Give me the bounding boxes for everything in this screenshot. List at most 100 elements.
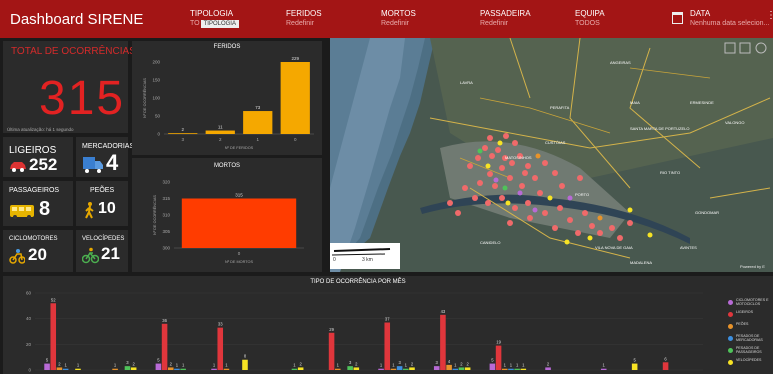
tile-ligeiros[interactable]: LIGEIROS 252 xyxy=(3,137,73,177)
filter-mortos[interactable]: MORTOS Redefinir xyxy=(381,9,416,29)
bar-value-label: 1 xyxy=(225,363,228,368)
bar xyxy=(291,368,298,370)
bar xyxy=(62,368,69,370)
legend-label: PESADOS DE PASSAGEIROS xyxy=(736,346,762,355)
scale-bar-icon xyxy=(331,248,391,256)
bar xyxy=(180,368,186,370)
filter-label: TIPOLOGIA xyxy=(190,9,234,18)
tile-ciclomotores[interactable]: CICLOMOTORES 20 xyxy=(3,230,73,272)
car-icon xyxy=(10,162,26,172)
filter-tooltip: TIPOLOGIA xyxy=(200,20,239,28)
x-tick-label: 3 xyxy=(181,137,184,142)
x-tick-label: 0 xyxy=(294,137,297,142)
bar-value-label: 1 xyxy=(213,363,216,368)
legend-item[interactable]: VELOCÍPEDES xyxy=(728,358,773,369)
map-label: MAIA xyxy=(630,100,640,105)
bar xyxy=(168,133,198,134)
filter-label: EQUIPA xyxy=(575,9,605,18)
calendar-icon[interactable] xyxy=(672,12,683,24)
legend-item[interactable]: PESADOS DE PASSAGEIROS xyxy=(728,346,773,357)
bar xyxy=(508,368,514,370)
scale-end: 3 km xyxy=(362,257,373,263)
pedestrian-icon xyxy=(85,202,94,219)
y-tick-label: 0 xyxy=(157,132,160,137)
map-label: PERAFITA xyxy=(550,105,570,110)
bar-value-label: 2 xyxy=(299,361,302,366)
bar-value-label: 3 xyxy=(349,360,352,365)
y-tick-label: 150 xyxy=(152,78,160,83)
legend-item[interactable]: LIGEIROS xyxy=(728,310,773,321)
filter-value: Redefinir xyxy=(286,20,315,27)
legend-item[interactable]: PEÕES xyxy=(728,322,773,333)
bar xyxy=(155,363,162,370)
bar-value-label: 52 xyxy=(51,297,56,302)
bar-value-label: 33 xyxy=(218,322,223,327)
filter-value: TODOS xyxy=(575,20,600,27)
legend-item[interactable]: CICLOMOTORES E MOTOCICLOS xyxy=(728,298,773,309)
legend-swatch xyxy=(728,360,733,365)
legend-swatch xyxy=(728,312,733,317)
bus-icon xyxy=(10,205,34,219)
tile-mercadorias[interactable]: MERCADORIAS 4 xyxy=(76,137,134,177)
filter-feridos[interactable]: FERIDOS Redefinir xyxy=(286,9,322,29)
filter-equipa[interactable]: EQUIPA TODOS xyxy=(575,9,605,29)
map-label: MATOSINHOS xyxy=(505,155,532,160)
x-axis-label: Nº DE FERIDOS xyxy=(225,146,254,150)
filter-passadeira[interactable]: PASSADEIRA Redefinir xyxy=(480,9,531,29)
map-label: MADALENA xyxy=(630,260,653,265)
bar-value-label: 19 xyxy=(496,340,501,345)
bar xyxy=(205,130,235,134)
tile-value: 10 xyxy=(98,200,116,217)
y-tick-label: 315 xyxy=(162,196,170,201)
bar-value-label: 3 xyxy=(398,360,401,365)
bar-value-label: 5 xyxy=(46,358,49,363)
bar-value-label: 2 xyxy=(58,361,61,366)
bar-value-label: 2 xyxy=(411,361,414,366)
bar xyxy=(112,368,118,370)
tile-label: MERCADORIAS xyxy=(82,143,135,150)
header-bar: Dashboard SIRENE TIPOLOGIA TO TIPOLOGIA F… xyxy=(0,0,773,38)
y-tick-label: 20 xyxy=(26,342,32,347)
bar xyxy=(501,368,508,370)
bar xyxy=(631,363,638,370)
legend-label: LIGEIROS xyxy=(736,310,753,314)
more-menu-icon[interactable]: ⋮ xyxy=(766,10,773,21)
filter-value: Nenhuma data selecion... xyxy=(690,20,770,27)
map-label: CUSTÓIAS xyxy=(545,140,566,145)
x-tick-label: 1 xyxy=(256,137,259,142)
filter-tipologia[interactable]: TIPOLOGIA TO TIPOLOGIA xyxy=(190,9,239,29)
map-view[interactable]: ANGEIRAS LAVRA MAIA MATOSINHOS CUSTÓIAS … xyxy=(330,38,773,272)
bar xyxy=(347,366,353,370)
tile-value: 4 xyxy=(106,150,119,175)
bar xyxy=(243,111,273,134)
monthly-chart: 02040605522 1 1 13 25362 1 1 133181 22913 2 137131… xyxy=(26,291,703,373)
bar xyxy=(50,303,57,370)
legend-label: VELOCÍPEDES xyxy=(736,358,762,362)
bar xyxy=(514,368,520,370)
bar-value-label: 1 xyxy=(293,363,296,368)
bar-value-label: 2 xyxy=(181,127,184,132)
tile-peoes[interactable]: PEÕES 10 xyxy=(76,181,128,226)
bar xyxy=(409,367,415,370)
bar xyxy=(390,368,397,370)
tile-velocipedes[interactable]: VELOCÍPEDES 21 xyxy=(76,230,128,272)
bar xyxy=(217,327,224,370)
bar xyxy=(440,314,446,370)
bar-value-label: 1 xyxy=(510,363,513,368)
filter-data[interactable]: DATA Nenhuma data selecion... xyxy=(690,9,769,29)
tile-passageiros[interactable]: PASSAGEIROS 8 xyxy=(3,181,73,226)
bar-value-label: 5 xyxy=(633,358,636,363)
map-labels: ANGEIRAS LAVRA MAIA MATOSINHOS CUSTÓIAS … xyxy=(330,40,773,270)
y-tick-label: 320 xyxy=(162,180,170,185)
bar xyxy=(334,368,341,370)
bar xyxy=(242,359,248,370)
dashboard-root: Dashboard SIRENE TIPOLOGIA TO TIPOLOGIA F… xyxy=(0,0,773,374)
bar-value-label: 315 xyxy=(235,193,243,198)
bar-value-label: 11 xyxy=(218,125,223,130)
bar xyxy=(495,345,502,370)
legend-item[interactable]: PESADOS DE MERCADORIAS xyxy=(728,334,773,345)
bar-value-label: 2 xyxy=(547,361,550,366)
bar-value-label: 6 xyxy=(664,356,667,361)
bar-value-label: 1 xyxy=(454,363,457,368)
bicycle-icon xyxy=(82,247,99,264)
